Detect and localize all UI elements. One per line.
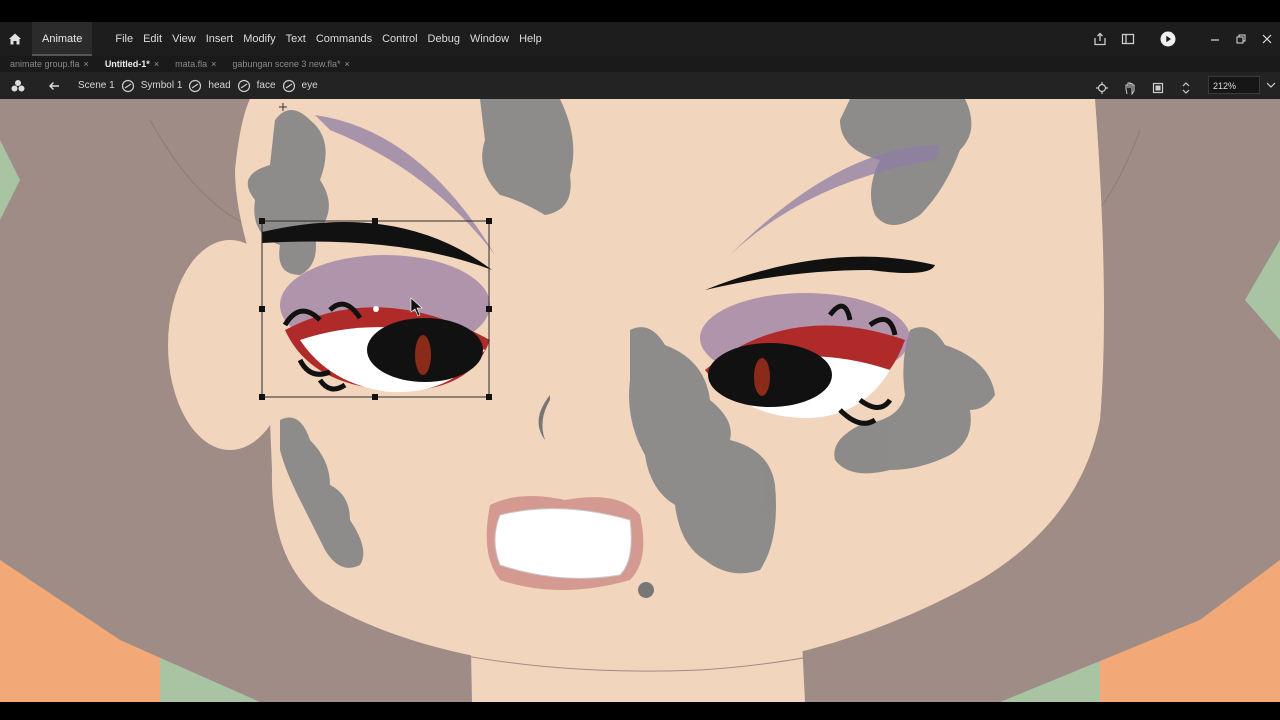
tab-label: animate group.fla (10, 59, 80, 69)
menu-bar: Animate File Edit View Insert Modify Tex… (0, 22, 1280, 56)
breadcrumb: Scene 1 Symbol 1 head face eye (72, 79, 324, 93)
back-button[interactable] (36, 80, 72, 92)
bottom-letterbox (0, 702, 1280, 720)
main-menu: File Edit View Insert Modify Text Comman… (110, 33, 546, 45)
close-window-button[interactable] (1254, 27, 1280, 51)
workspace-button[interactable] (1116, 27, 1140, 51)
arrow-left-icon (49, 81, 59, 90)
breadcrumb-head[interactable]: head (202, 80, 236, 91)
app-tab[interactable]: Animate (32, 22, 93, 56)
menu-modify[interactable]: Modify (238, 33, 280, 45)
stage-canvas[interactable] (0, 99, 1280, 702)
home-button[interactable] (0, 32, 30, 46)
panel-layout-icon (1121, 33, 1135, 45)
center-stage-button[interactable] (1090, 76, 1114, 100)
close-icon (1262, 34, 1272, 44)
crosshair-icon (1096, 82, 1108, 94)
menu-debug[interactable]: Debug (423, 33, 465, 45)
menu-control[interactable]: Control (377, 33, 422, 45)
menu-file[interactable]: File (110, 33, 138, 45)
menu-view[interactable]: View (167, 33, 201, 45)
menu-window[interactable]: Window (465, 33, 514, 45)
restore-button[interactable] (1228, 27, 1254, 51)
document-tab-bar: animate group.fla × Untitled-1* × mata.fla… (0, 56, 1280, 72)
hand-icon (1125, 82, 1135, 95)
tab-close-button[interactable]: × (84, 59, 89, 69)
tab-close-button[interactable]: × (154, 59, 159, 69)
mole (638, 582, 654, 598)
breadcrumb-symbol-1[interactable]: Symbol 1 (135, 80, 189, 91)
zoom-input[interactable]: 212% (1208, 76, 1260, 94)
menu-help[interactable]: Help (514, 33, 547, 45)
rotate-tool-button[interactable] (1118, 76, 1142, 100)
share-icon (1094, 32, 1106, 46)
breadcrumb-face[interactable]: face (251, 80, 282, 91)
tab-label: mata.fla (175, 59, 208, 69)
edit-symbols-button[interactable] (0, 79, 36, 93)
symbol-icon (237, 79, 250, 92)
restore-icon (1236, 34, 1246, 44)
menu-right-controls (1086, 22, 1280, 56)
artwork (0, 99, 1280, 702)
tab-untitled-1[interactable]: Untitled-1* × (95, 59, 165, 69)
breadcrumb-eye[interactable]: eye (296, 80, 324, 91)
home-icon (9, 33, 21, 45)
clip-canvas-button[interactable] (1146, 76, 1170, 100)
menu-text[interactable]: Text (281, 33, 311, 45)
chevron-down-icon[interactable] (1266, 81, 1276, 89)
tab-label: Untitled-1* (104, 59, 150, 69)
view-controls (1088, 76, 1200, 100)
tab-animate-group[interactable]: animate group.fla × (0, 59, 95, 69)
tab-gabungan-scene-3[interactable]: gabungan scene 3 new.fla* × (222, 59, 355, 69)
menu-insert[interactable]: Insert (201, 33, 239, 45)
tab-close-button[interactable]: × (344, 59, 349, 69)
top-letterbox (0, 0, 1280, 22)
tab-mata[interactable]: mata.fla × (165, 59, 222, 69)
minimize-button[interactable] (1202, 27, 1228, 51)
publish-button[interactable] (1088, 27, 1112, 51)
symbol-icon (282, 79, 295, 92)
symbol-icon (189, 79, 202, 92)
menu-commands[interactable]: Commands (311, 33, 377, 45)
tab-label: gabungan scene 3 new.fla* (232, 59, 341, 69)
symbol-icon (121, 79, 134, 92)
tab-close-button[interactable]: × (211, 59, 216, 69)
zoom-stepper[interactable] (1174, 76, 1198, 100)
breadcrumb-scene-1[interactable]: Scene 1 (72, 80, 121, 91)
test-movie-button[interactable] (1156, 27, 1180, 51)
edit-bar: Scene 1 Symbol 1 head face eye 212% (0, 72, 1280, 99)
teeth (494, 508, 632, 579)
symbols-icon (11, 79, 25, 91)
clip-frame-icon (1152, 82, 1164, 94)
play-icon (1160, 31, 1176, 47)
chevron-up-down-icon (1182, 82, 1190, 94)
minimize-icon (1211, 39, 1219, 41)
menu-edit[interactable]: Edit (138, 33, 167, 45)
eye-left (280, 255, 490, 393)
